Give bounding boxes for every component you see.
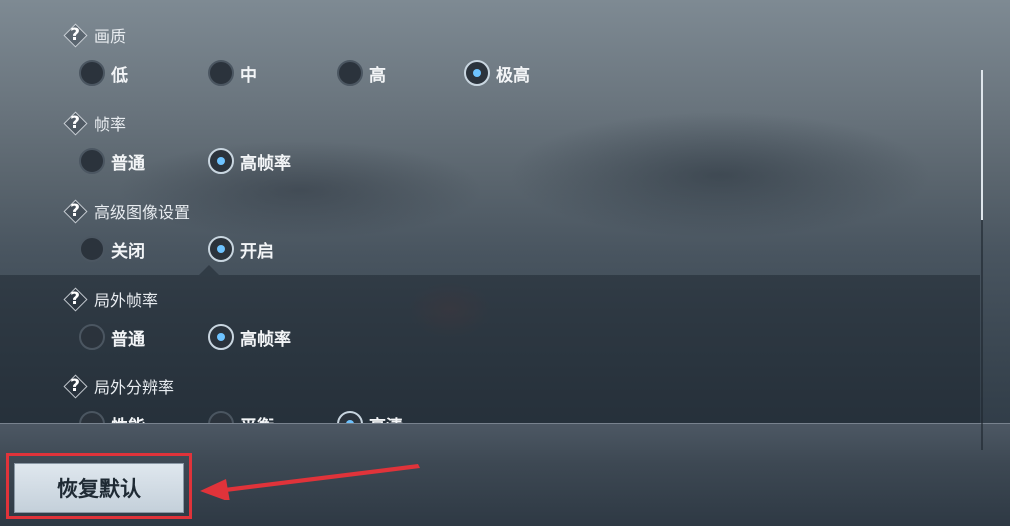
- radio-button-selected[interactable]: [208, 324, 234, 350]
- radio-button-selected[interactable]: [464, 60, 490, 86]
- restore-defaults-button[interactable]: 恢复默认: [14, 463, 184, 513]
- help-icon[interactable]: ?: [62, 373, 88, 399]
- radio-label: 高: [369, 65, 386, 86]
- setting-title-text: 帧率: [94, 115, 127, 134]
- radio-label: 低: [111, 65, 128, 86]
- radio-button[interactable]: [208, 411, 234, 423]
- radio-option-high[interactable]: 高: [337, 58, 386, 88]
- radio-button[interactable]: [208, 60, 234, 86]
- setting-title-text: 画质: [94, 27, 127, 46]
- setting-title: ? 帧率: [62, 110, 126, 136]
- setting-lobby-resolution: ? 局外分辨率 性能 平衡 高清: [62, 373, 962, 423]
- settings-list[interactable]: ? 画质 低 中 高 极高 ? 帧率 普通 高帧率 ? 高级图像设置 关闭 开启…: [0, 0, 980, 423]
- radio-button[interactable]: [337, 60, 363, 86]
- help-icon[interactable]: ?: [62, 286, 88, 312]
- radio-button[interactable]: [79, 411, 105, 423]
- radio-button-selected[interactable]: [337, 411, 363, 423]
- radio-option-medium[interactable]: 中: [208, 58, 257, 88]
- radio-button[interactable]: [79, 148, 105, 174]
- radio-option-high-fps[interactable]: 高帧率: [208, 322, 291, 352]
- radio-button[interactable]: [79, 236, 105, 262]
- setting-lobby-frame-rate: ? 局外帧率 普通 高帧率: [62, 286, 962, 366]
- radio-button[interactable]: [79, 324, 105, 350]
- radio-option-hd[interactable]: 高清: [337, 409, 403, 423]
- radio-button-selected[interactable]: [208, 236, 234, 262]
- radio-label: 高帧率: [240, 329, 291, 350]
- setting-title: ? 高级图像设置: [62, 198, 190, 224]
- radio-label: 开启: [240, 241, 274, 262]
- setting-title: ? 局外分辨率: [62, 373, 174, 399]
- setting-title: ? 画质: [62, 22, 126, 48]
- radio-button-selected[interactable]: [208, 148, 234, 174]
- radio-option-on[interactable]: 开启: [208, 234, 274, 264]
- setting-title: ? 局外帧率: [62, 286, 158, 312]
- radio-option-normal[interactable]: 普通: [79, 322, 145, 352]
- radio-label: 极高: [496, 65, 530, 86]
- setting-frame-rate: ? 帧率 普通 高帧率: [62, 110, 962, 190]
- radio-option-balanced[interactable]: 平衡: [208, 409, 274, 423]
- radio-option-off[interactable]: 关闭: [79, 234, 145, 264]
- help-icon[interactable]: ?: [62, 22, 88, 48]
- radio-label: 普通: [111, 153, 145, 174]
- radio-option-performance[interactable]: 性能: [79, 409, 145, 423]
- radio-label: 中: [240, 65, 257, 86]
- scrollbar-thumb[interactable]: [981, 70, 983, 220]
- help-icon[interactable]: ?: [62, 110, 88, 136]
- setting-title-text: 局外分辨率: [94, 378, 175, 397]
- radio-label: 高清: [369, 412, 403, 424]
- radio-label: 性能: [111, 412, 145, 424]
- radio-option-ultra[interactable]: 极高: [464, 58, 530, 88]
- radio-label: 普通: [111, 329, 145, 350]
- annotation-arrow: [200, 464, 420, 500]
- radio-button[interactable]: [79, 60, 105, 86]
- setting-quality: ? 画质 低 中 高 极高: [62, 22, 962, 102]
- radio-label: 高帧率: [240, 153, 291, 174]
- setting-title-text: 高级图像设置: [94, 203, 191, 222]
- bottom-bar-divider: [0, 423, 1010, 424]
- help-icon[interactable]: ?: [62, 198, 88, 224]
- radio-option-high-fps[interactable]: 高帧率: [208, 146, 291, 176]
- setting-title-text: 局外帧率: [94, 291, 159, 310]
- radio-label: 关闭: [111, 241, 145, 262]
- radio-option-normal[interactable]: 普通: [79, 146, 145, 176]
- radio-option-low[interactable]: 低: [79, 58, 128, 88]
- setting-advanced-graphics: ? 高级图像设置 关闭 开启: [62, 198, 962, 278]
- radio-label: 平衡: [240, 412, 274, 424]
